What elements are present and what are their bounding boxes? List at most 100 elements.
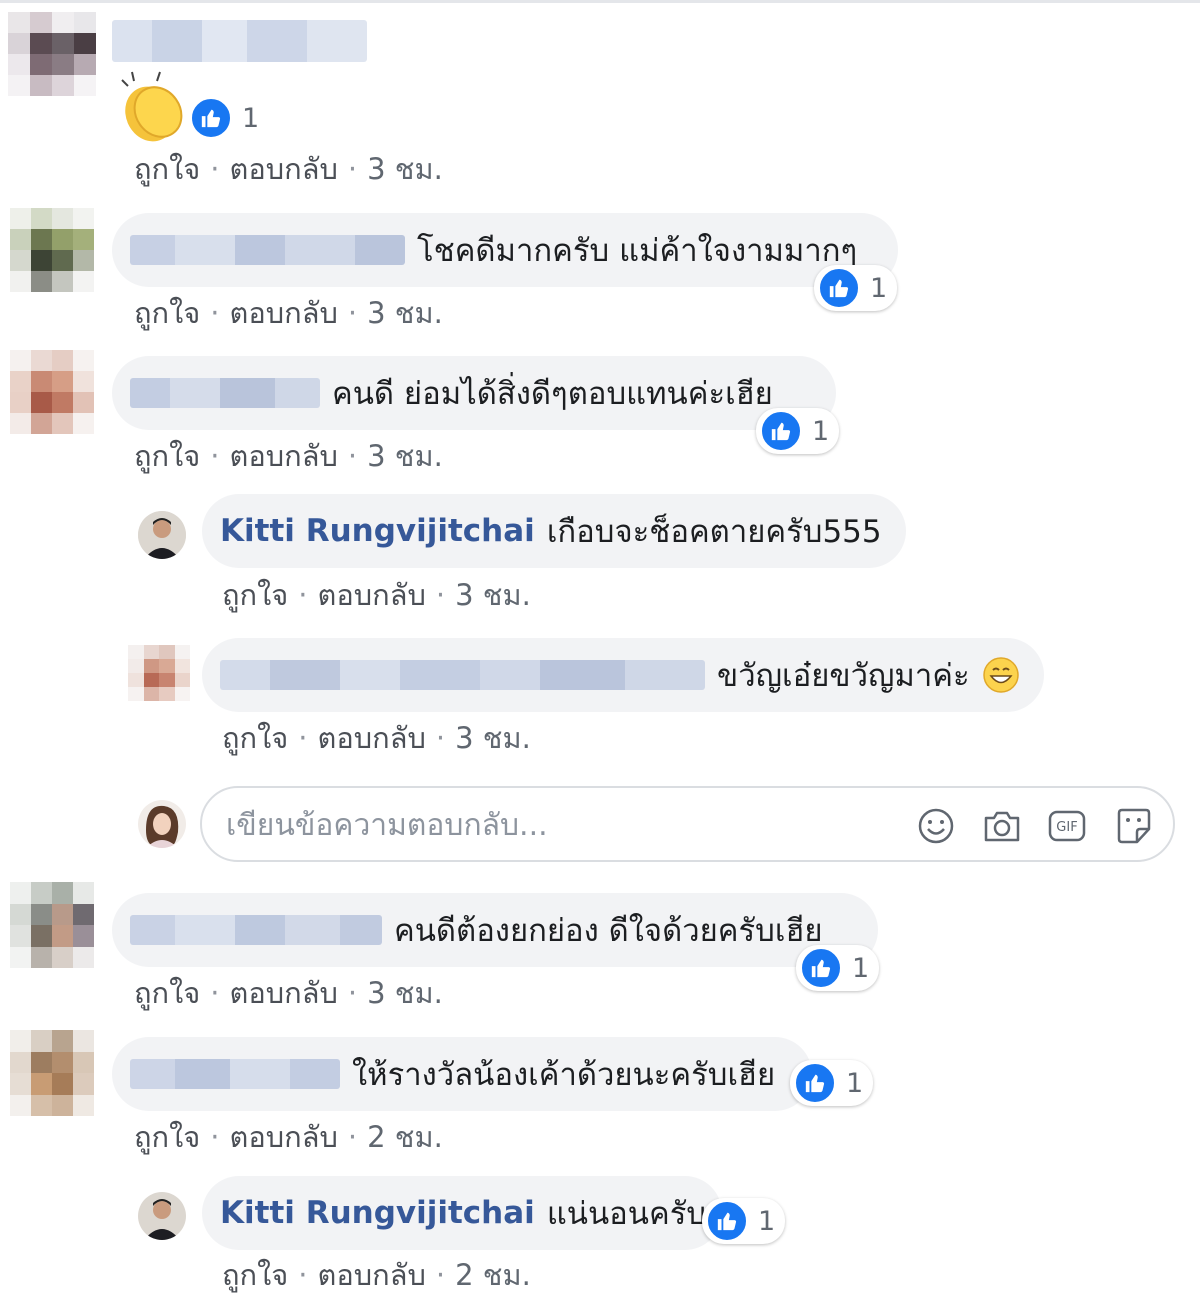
grinning-face-icon [982,656,1020,694]
reply-link[interactable]: ตอบกลับ [230,152,338,186]
comment-bubble: Kitti Rungvijitchai เกือบจะช็อคตายครับ55… [202,494,906,568]
separator: · [298,721,308,755]
separator: · [298,1258,308,1292]
reaction-summary[interactable]: 1 [756,408,840,454]
comment-text: ให้รางวัลน้องเค้าด้วยนะครับเฮีย [352,1057,776,1093]
timestamp[interactable]: 3 ชม. [367,439,443,473]
comment-actions: ถูกใจ · ตอบกลับ · 2 ชม. [134,1114,443,1160]
reaction-count: 1 [846,1067,864,1099]
timestamp[interactable]: 2 ชม. [455,1258,531,1292]
reaction-summary[interactable]: 1 [186,95,269,141]
emoji-icon[interactable] [916,806,956,846]
separator: · [210,439,220,473]
avatar[interactable] [10,208,94,292]
separator: · [298,578,308,612]
timestamp[interactable]: 3 ชม. [367,976,443,1010]
like-link[interactable]: ถูกใจ [134,152,200,186]
commenter-name-blurred[interactable] [112,20,367,62]
separator: · [347,152,358,186]
comment-actions: ถูกใจ · ตอบกลับ · 2 ชม. [222,1252,531,1298]
avatar[interactable] [10,350,94,434]
avatar[interactable] [8,12,96,96]
comment-text: โชคดีมากครับ แม่ค้าใจงามมากๆ [417,233,858,269]
timestamp[interactable]: 2 ชม. [367,1120,443,1154]
avatar[interactable] [10,1030,94,1116]
commenter-name-blurred[interactable] [130,1059,340,1089]
reply-input[interactable] [224,800,868,850]
reply-link[interactable]: ตอบกลับ [230,439,338,473]
like-icon [760,410,802,452]
comment-text: แน่นอนครับ [546,1196,707,1232]
commenter-name-blurred[interactable] [130,378,320,408]
commenter-name-blurred[interactable] [130,235,405,265]
like-link[interactable]: ถูกใจ [222,1258,288,1292]
reaction-summary[interactable]: 1 [702,1198,786,1244]
comment-bubble: ให้รางวัลน้องเค้าด้วยนะครับเฮีย [112,1037,812,1111]
comment-bubble: คนดี ย่อมได้สิ่งดีๆตอบแทนค่ะเฮีย [112,356,836,430]
comment-actions: ถูกใจ · ตอบกลับ · 3 ชม. [134,146,443,192]
svg-text:GIF: GIF [1056,820,1077,835]
reaction-summary[interactable]: 1 [790,1060,874,1106]
separator: · [210,296,220,330]
like-link[interactable]: ถูกใจ [134,976,200,1010]
separator: · [347,439,358,473]
camera-icon[interactable] [982,806,1022,846]
comment-bubble: คนดีต้องยกย่อง ดีใจด้วยครับเฮีย [112,893,878,967]
avatar[interactable] [10,882,94,968]
separator: · [210,152,220,186]
timestamp[interactable]: 3 ชม. [455,721,531,755]
reply-input-box[interactable]: GIF [200,786,1175,862]
reply-link[interactable]: ตอบกลับ [230,1120,338,1154]
timestamp[interactable]: 3 ชม. [367,152,443,186]
reply-link[interactable]: ตอบกลับ [318,578,426,612]
like-link[interactable]: ถูกใจ [222,721,288,755]
comment-actions: ถูกใจ · ตอบกลับ · 3 ชม. [222,715,531,761]
reply-link[interactable]: ตอบกลับ [230,296,338,330]
separator: · [210,976,220,1010]
clapping-hands-icon [112,68,192,148]
comment-text: คนดีต้องยกย่อง ดีใจด้วยครับเฮีย [394,913,823,949]
like-link[interactable]: ถูกใจ [222,578,288,612]
comment-text: คนดี ย่อมได้สิ่งดีๆตอบแทนค่ะเฮีย [332,376,773,412]
current-user-avatar[interactable] [138,800,186,848]
comment-actions: ถูกใจ · ตอบกลับ · 3 ชม. [134,433,443,479]
separator: · [210,1120,220,1154]
like-icon [794,1062,836,1104]
separator: · [435,1258,446,1292]
separator: · [347,1120,358,1154]
comment-text: เกือบจะช็อคตายครับ555 [546,514,882,550]
reaction-summary[interactable]: 1 [796,945,880,991]
separator: · [435,578,446,612]
reaction-count: 1 [870,272,888,304]
like-link[interactable]: ถูกใจ [134,1120,200,1154]
separator: · [435,721,446,755]
timestamp[interactable]: 3 ชม. [367,296,443,330]
like-icon [706,1200,748,1242]
avatar[interactable] [138,511,186,559]
separator: · [347,976,358,1010]
reaction-count: 1 [758,1205,776,1237]
like-link[interactable]: ถูกใจ [134,439,200,473]
commenter-name-blurred[interactable] [130,915,382,945]
gif-icon[interactable]: GIF [1047,806,1087,846]
comment-bubble: โชคดีมากครับ แม่ค้าใจงามมากๆ [112,213,898,287]
comment-actions: ถูกใจ · ตอบกลับ · 3 ชม. [134,290,443,336]
like-icon [800,947,842,989]
reply-link[interactable]: ตอบกลับ [318,1258,426,1292]
avatar[interactable] [138,1192,186,1240]
author-name[interactable]: Kitti Rungvijitchai [220,1195,535,1231]
like-link[interactable]: ถูกใจ [134,296,200,330]
comment-bubble: Kitti Rungvijitchai แน่นอนครับ [202,1176,722,1250]
commenter-name-blurred[interactable] [220,660,705,690]
avatar[interactable] [128,645,190,701]
sticker-icon[interactable] [1114,806,1154,846]
reaction-summary[interactable]: 1 [814,265,898,311]
like-icon [190,97,232,139]
comment-bubble: ขวัญเอ๋ยขวัญมาค่ะ [202,638,1044,712]
reply-link[interactable]: ตอบกลับ [230,976,338,1010]
separator: · [347,296,358,330]
author-name[interactable]: Kitti Rungvijitchai [220,513,535,549]
reaction-count: 1 [852,952,870,984]
timestamp[interactable]: 3 ชม. [455,578,531,612]
reply-link[interactable]: ตอบกลับ [318,721,426,755]
